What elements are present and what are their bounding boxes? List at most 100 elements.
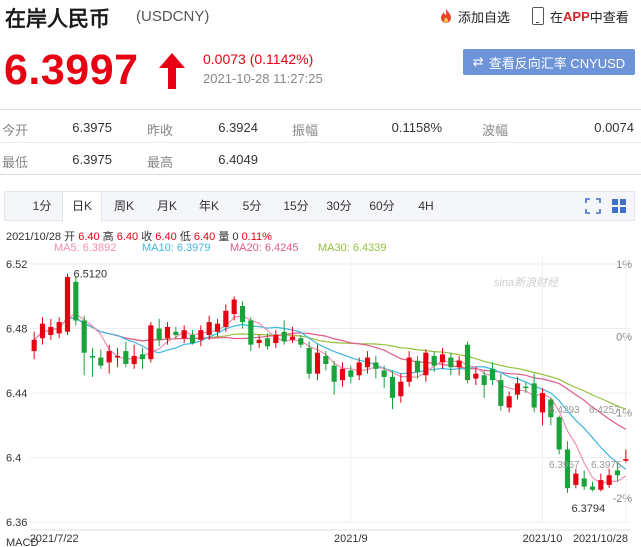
macd-label: MACD bbox=[6, 537, 38, 547]
candle-body bbox=[189, 334, 196, 344]
candle-body bbox=[623, 459, 629, 461]
candle-body bbox=[431, 355, 437, 366]
candle-body bbox=[273, 334, 279, 344]
candle-body bbox=[348, 370, 354, 377]
stat-label-prev-close: 昨收 bbox=[147, 123, 174, 138]
candle-body bbox=[89, 355, 96, 358]
candle-body bbox=[223, 310, 229, 327]
candle-body bbox=[573, 473, 579, 485]
kline-chart[interactable]: 6.526.486.446.46.361%0%-1%-2%2021/7/22 20… bbox=[4, 186, 635, 547]
current-price: 6.3997 bbox=[4, 46, 139, 94]
stat-value-high: 6.4049 bbox=[218, 152, 258, 167]
candle-body bbox=[106, 351, 112, 363]
candle-body bbox=[314, 352, 321, 374]
candle-body bbox=[156, 328, 162, 340]
candle-body bbox=[256, 339, 262, 344]
candle-body bbox=[406, 357, 412, 382]
candle-body bbox=[531, 383, 537, 408]
page-title: 在岸人民币 bbox=[5, 8, 110, 31]
candle-body bbox=[373, 362, 379, 369]
row-divider bbox=[0, 142, 641, 143]
candle-body bbox=[339, 368, 346, 381]
candle-body bbox=[131, 355, 137, 365]
stat-value-low: 6.3975 bbox=[72, 152, 112, 167]
price-change: 0.0073 (0.1142%) bbox=[203, 51, 314, 67]
candle-body bbox=[523, 386, 529, 389]
y-tick-label: 6.44 bbox=[6, 388, 27, 400]
candle-body bbox=[448, 357, 454, 368]
candle-body bbox=[473, 373, 479, 379]
stat-value-open: 6.3975 bbox=[72, 120, 112, 135]
candle-body bbox=[398, 381, 404, 397]
stat-label-low: 最低 bbox=[2, 155, 29, 170]
candle-body bbox=[48, 326, 54, 335]
stat-value-amplitude: 0.1158% bbox=[391, 120, 442, 135]
candle-body bbox=[364, 357, 371, 368]
candle-body bbox=[64, 276, 71, 332]
candle-body bbox=[481, 375, 487, 385]
stat-label-amplitude: 振幅 bbox=[292, 123, 319, 138]
candle-body bbox=[498, 380, 504, 406]
flame-icon bbox=[441, 8, 451, 23]
quote-time: 2021-10-28 11:27:25 bbox=[203, 71, 323, 86]
add-watchlist-button[interactable]: 添加自选 bbox=[437, 7, 510, 25]
currency-code: (USDCNY) bbox=[136, 8, 210, 25]
candle-body bbox=[323, 355, 329, 365]
candle-body bbox=[81, 320, 87, 353]
y-right-tick-label: 0% bbox=[616, 332, 632, 344]
y-tick-label: 6.48 bbox=[6, 324, 27, 336]
stat-label-open: 今开 bbox=[2, 123, 29, 138]
y-right-tick-label: -2% bbox=[612, 493, 632, 505]
candle-body bbox=[506, 396, 512, 408]
reverse-rate-label: 查看反向汇率 CNYUSD bbox=[488, 55, 626, 71]
candle-body bbox=[581, 478, 587, 487]
x-tick-label: 2021/9 bbox=[334, 533, 368, 545]
candle-body bbox=[539, 393, 546, 413]
candle-body bbox=[231, 299, 237, 315]
candle-body bbox=[614, 470, 621, 476]
candle-body bbox=[464, 344, 471, 381]
candle-body bbox=[589, 486, 596, 490]
candle-body bbox=[456, 360, 462, 368]
stat-label-range: 波幅 bbox=[482, 123, 509, 138]
candle-body bbox=[423, 352, 429, 376]
candle-body bbox=[148, 325, 154, 360]
candle-body bbox=[489, 368, 496, 381]
x-tick-label: 2021/10/28 bbox=[573, 533, 628, 545]
max-price-label: 6.5120 bbox=[74, 269, 108, 281]
watermark: sina新浪财经 bbox=[494, 276, 559, 289]
view-in-app-button[interactable]: 在 APP 中查看 bbox=[532, 6, 629, 26]
candle-body bbox=[606, 475, 612, 485]
candle-body bbox=[389, 376, 396, 398]
candle-body bbox=[381, 370, 387, 377]
candle-body bbox=[306, 347, 312, 374]
app-label-suffix: 中查看 bbox=[589, 9, 629, 25]
candle-body bbox=[173, 331, 179, 335]
candle-body bbox=[214, 323, 221, 332]
y-right-tick-label: 1% bbox=[616, 259, 632, 271]
candle-body bbox=[281, 331, 287, 342]
swap-icon: ⇄ bbox=[472, 54, 484, 69]
candle-body bbox=[414, 360, 421, 373]
candle-body bbox=[164, 326, 171, 339]
phone-icon bbox=[532, 7, 544, 25]
app-label-highlight: APP bbox=[563, 8, 590, 24]
candle-body bbox=[356, 362, 362, 376]
candle-body bbox=[514, 383, 521, 395]
ma20-end-label: 6.4293 bbox=[549, 405, 580, 416]
min-price-label: 6.3794 bbox=[572, 503, 606, 515]
ma30-end-label: 6.4257 bbox=[589, 405, 620, 416]
y-tick-label: 6.4 bbox=[6, 453, 21, 465]
candle-body bbox=[98, 357, 104, 366]
kline-chart-panel: 1分 日K 周K 月K 年K 5分 15分 30分 60分 4H 2021/10… bbox=[4, 186, 635, 547]
candle-body bbox=[239, 305, 246, 323]
candle-body bbox=[264, 338, 271, 347]
y-tick-label: 6.52 bbox=[6, 259, 27, 271]
stat-value-range: 0.0074 bbox=[594, 120, 634, 135]
candle-body bbox=[73, 281, 79, 321]
candle-body bbox=[248, 320, 254, 345]
reverse-rate-button[interactable]: ⇄ 查看反向汇率 CNYUSD bbox=[463, 49, 635, 75]
candle-body bbox=[139, 354, 146, 360]
candle-body bbox=[198, 330, 204, 340]
stats-table: 今开 6.3975 昨收 6.3924 振幅 0.1158% 波幅 0.0074… bbox=[0, 109, 641, 175]
